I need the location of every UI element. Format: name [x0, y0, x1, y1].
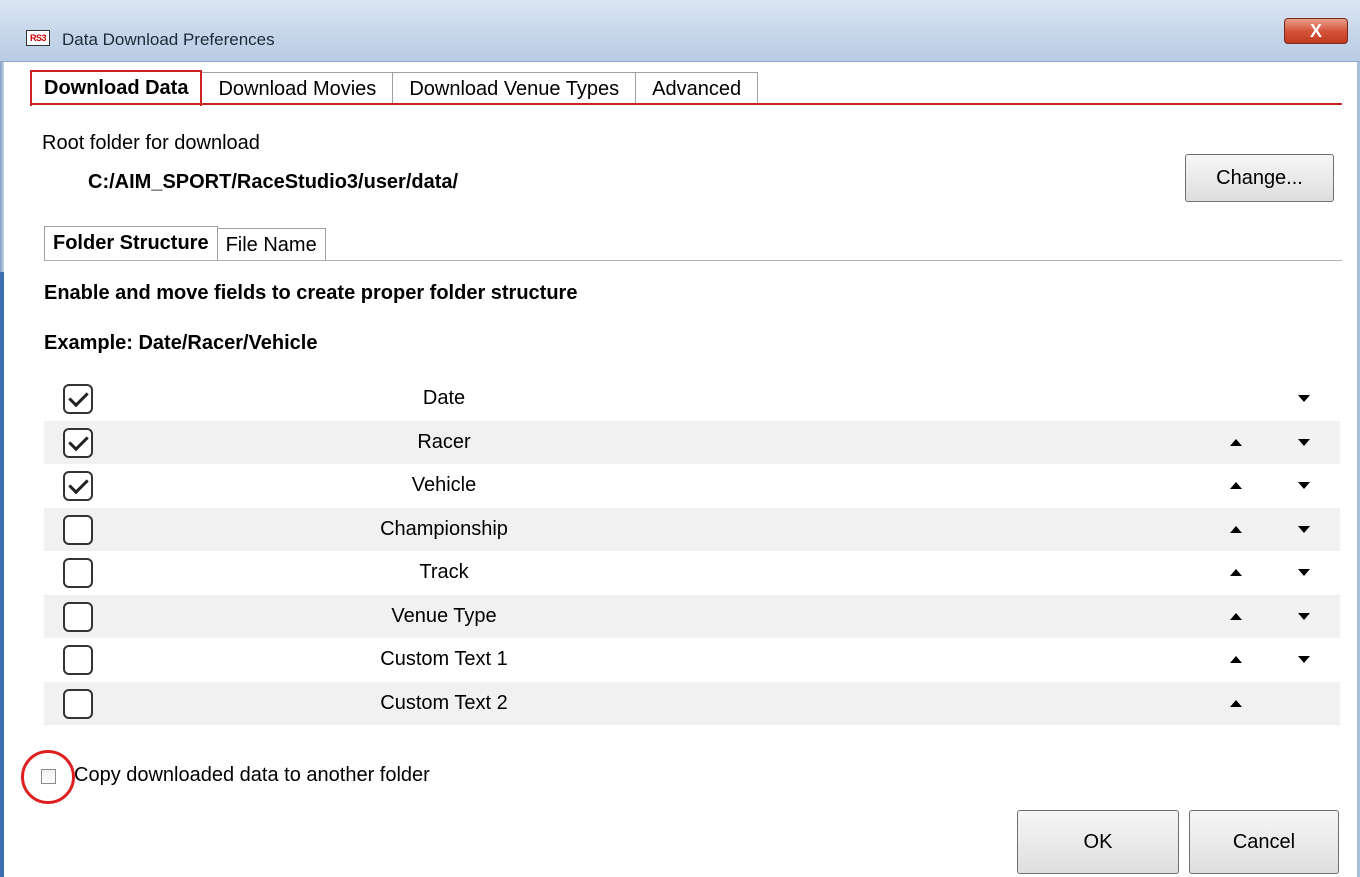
field-row-custom-text-1: Custom Text 1: [44, 638, 1340, 682]
move-down-icon[interactable]: [1298, 612, 1310, 620]
field-label: Racer: [417, 430, 471, 453]
tab-download-movies[interactable]: Download Movies: [202, 72, 394, 104]
ok-button[interactable]: OK: [1017, 810, 1179, 874]
field-row-vehicle: Vehicle: [44, 464, 1340, 508]
main-tabs: Download Data Download Movies Download V…: [30, 70, 759, 106]
field-label: Championship: [380, 517, 508, 540]
check-mark-icon: [68, 430, 89, 451]
close-button[interactable]: X: [1284, 18, 1348, 44]
field-row-custom-text-2: Custom Text 2: [44, 681, 1340, 725]
root-folder-label: Root folder for download: [42, 132, 260, 154]
field-checkbox[interactable]: [63, 514, 93, 545]
field-row-venue-type: Venue Type: [44, 594, 1340, 638]
move-down-icon[interactable]: [1298, 482, 1310, 489]
tab-download-data[interactable]: Download Data: [30, 70, 203, 106]
root-folder-path: C:/AIM_SPORT/RaceStudio3/user/data/: [88, 171, 459, 193]
tab-underline: [30, 103, 1342, 105]
copy-data-label: Copy downloaded data to another folder: [74, 764, 430, 786]
tab-download-venue-types[interactable]: Download Venue Types: [393, 72, 637, 104]
move-up-icon[interactable]: [1230, 699, 1242, 707]
move-up-icon[interactable]: [1230, 612, 1242, 620]
move-down-icon[interactable]: [1298, 569, 1310, 576]
field-label: Track: [419, 561, 469, 583]
move-up-icon[interactable]: [1230, 438, 1242, 446]
field-checkbox[interactable]: [63, 688, 93, 719]
check-mark-icon: [68, 386, 89, 408]
field-checkbox[interactable]: [63, 601, 93, 632]
change-folder-button[interactable]: Change...: [1185, 154, 1334, 202]
field-row-racer: Racer: [44, 420, 1340, 464]
field-checkbox[interactable]: [63, 384, 93, 414]
tab-file-name[interactable]: File Name: [217, 228, 326, 261]
field-label: Venue Type: [391, 604, 497, 627]
field-label: Custom Text 1: [380, 648, 508, 670]
subtab-underline: [44, 260, 1342, 261]
folder-fields-list: Date Racer Vehicle Championship Track Ve…: [44, 377, 1340, 725]
field-label: Date: [422, 387, 466, 409]
check-mark-icon: [68, 473, 89, 495]
instructions-text: Enable and move fields to create proper …: [44, 282, 578, 304]
field-checkbox[interactable]: [63, 558, 93, 588]
move-down-icon[interactable]: [1298, 395, 1310, 402]
cancel-button[interactable]: Cancel: [1189, 810, 1339, 874]
move-down-icon[interactable]: [1298, 438, 1310, 446]
move-up-icon[interactable]: [1230, 525, 1242, 533]
field-row-date: Date: [44, 377, 1340, 421]
title-bar: RS3 Data Download Preferences X: [0, 0, 1360, 62]
field-label: Vehicle: [411, 474, 477, 496]
field-checkbox[interactable]: [63, 471, 93, 501]
move-up-icon[interactable]: [1230, 656, 1242, 663]
move-up-icon[interactable]: [1230, 569, 1242, 576]
dialog-content: Download Data Download Movies Download V…: [4, 62, 1357, 877]
app-logo-icon: RS3: [26, 30, 50, 46]
move-up-icon[interactable]: [1230, 482, 1242, 489]
field-label: Custom Text 2: [380, 691, 508, 714]
field-checkbox[interactable]: [63, 427, 93, 458]
example-text: Example: Date/Racer/Vehicle: [44, 332, 318, 354]
highlight-circle: [21, 750, 75, 804]
field-row-track: Track: [44, 551, 1340, 595]
tab-advanced[interactable]: Advanced: [636, 72, 759, 104]
field-checkbox[interactable]: [63, 645, 93, 675]
sub-tabs: Folder Structure File Name: [44, 226, 326, 261]
field-row-championship: Championship: [44, 507, 1340, 551]
move-down-icon[interactable]: [1298, 525, 1310, 533]
window-title: Data Download Preferences: [62, 30, 275, 49]
move-down-icon[interactable]: [1298, 656, 1310, 663]
tab-folder-structure[interactable]: Folder Structure: [44, 226, 218, 261]
